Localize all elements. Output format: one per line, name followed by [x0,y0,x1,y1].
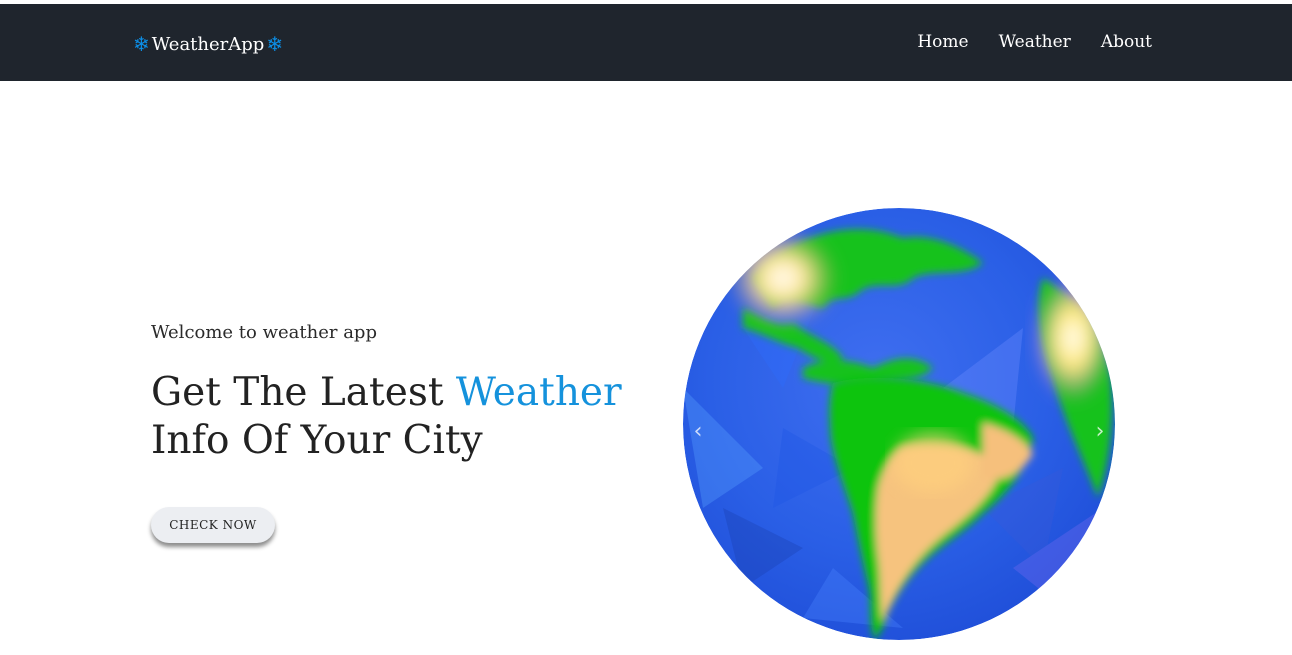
nav-link-home[interactable]: Home [917,32,968,52]
snowflake-icon: ❄ [133,32,150,56]
headline-accent: Weather [455,370,622,415]
brand-link[interactable]: ❄ WeatherApp ❄ [133,30,283,58]
nav-link-about[interactable]: About [1101,32,1152,52]
nav-links: Home Weather About [917,32,1152,52]
brand-name: WeatherApp [151,33,265,55]
headline-part2: Info Of Your City [151,418,483,463]
chevron-right-icon[interactable]: › [1085,416,1115,446]
check-now-button[interactable]: CHECK NOW [151,507,275,543]
navbar: ❄ WeatherApp ❄ Home Weather About [0,4,1292,81]
nav-link-weather[interactable]: Weather [999,32,1071,52]
earth-globe-image [683,208,1115,640]
hero-headline: Get The Latest Weather Info Of Your City [151,369,631,465]
headline-part1: Get The Latest [151,370,456,415]
snowflake-icon: ❄ [266,32,284,56]
image-carousel: ‹ › [683,208,1115,640]
chevron-left-icon[interactable]: ‹ [683,416,713,446]
hero-text: Welcome to weather app Get The Latest We… [151,322,631,465]
welcome-text: Welcome to weather app [151,322,377,343]
